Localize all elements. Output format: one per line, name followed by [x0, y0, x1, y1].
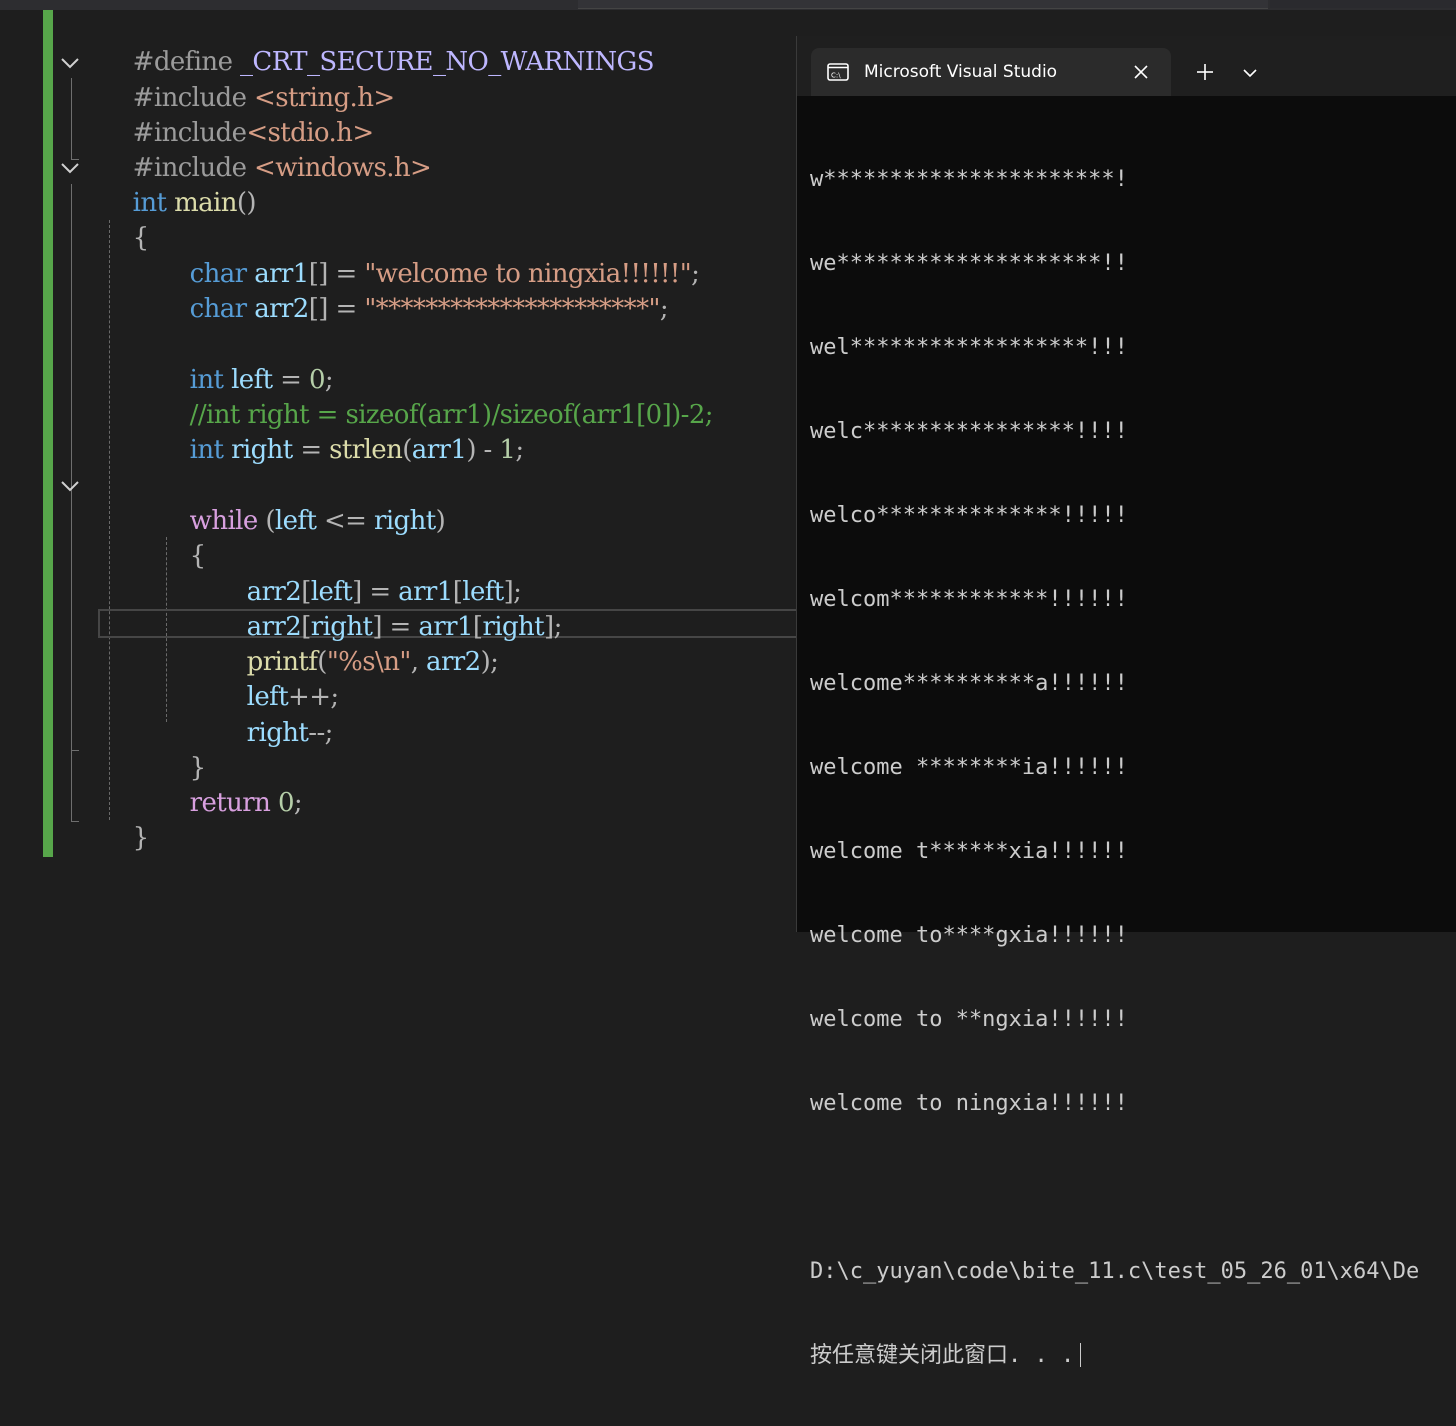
punctuation: ()	[236, 188, 257, 218]
variable: right	[231, 435, 293, 465]
toolbar-strip-right[interactable]	[1270, 0, 1456, 8]
console-prompt-line: 按任意键关闭此窗口. . .	[810, 1342, 1419, 1370]
outline-bracket-end	[71, 821, 79, 822]
indent-guide	[109, 220, 110, 820]
variable: right	[374, 506, 436, 536]
code-line-19[interactable]: left++;	[216, 645, 340, 712]
variable: arr2	[254, 294, 309, 324]
console-tab[interactable]: C:\ Microsoft Visual Studio 调试控制台	[811, 48, 1171, 96]
code-line-22[interactable]: return 0;	[159, 751, 303, 818]
number-literal: 1	[499, 435, 516, 465]
punctuation: )	[435, 506, 446, 536]
code-line-1[interactable]: #define _CRT_SECURE_NO_WARNINGS	[102, 10, 655, 77]
variable: left	[274, 506, 317, 536]
string-literal: "**********************"	[364, 294, 660, 324]
punctuation: ;	[515, 435, 524, 465]
code-line-20[interactable]: right--;	[216, 681, 334, 748]
fold-chevron-icon[interactable]	[61, 57, 79, 69]
include-file: <windows.h>	[254, 153, 432, 183]
type-keyword: int	[189, 435, 224, 465]
code-line-11[interactable]: //int right = sizeof(arr1)/sizeof(arr1[0…	[159, 363, 714, 430]
outline-bracket-includes	[71, 78, 72, 160]
code-line-6[interactable]: {	[102, 186, 150, 253]
punctuation: =	[292, 435, 330, 465]
number-literal: 0	[277, 788, 295, 818]
punctuation: ,	[410, 647, 427, 677]
console-tab-bar: C:\ Microsoft Visual Studio 调试控制台	[797, 36, 1456, 96]
code-editor[interactable]: #define _CRT_SECURE_NO_WARNINGS #include…	[0, 10, 796, 932]
fold-chevron-icon[interactable]	[61, 480, 79, 492]
variable: arr2	[426, 647, 481, 677]
code-line-10[interactable]: int left = 0;	[159, 328, 334, 395]
control-keyword: return	[189, 788, 271, 818]
console-output: w**********************! we*************…	[810, 110, 1419, 1426]
chevron-down-icon[interactable]	[1241, 66, 1259, 78]
console-output-line: welco**************!!!!!	[810, 503, 1128, 528]
console-output-line: welc****************!!!!	[810, 419, 1128, 444]
console-output-line: welcome**********a!!!!!!	[810, 671, 1128, 696]
code-line-4[interactable]: #include <windows.h>	[102, 116, 432, 183]
plus-icon[interactable]	[1193, 60, 1217, 84]
brace: {	[132, 223, 150, 253]
code-line-16[interactable]: arr2[left] = arr1[left];	[216, 540, 522, 607]
console-exe-path: D:\c_yuyan\code\bite_11.c\test_05_26_01\…	[810, 1259, 1420, 1284]
punctuation: ];	[544, 612, 562, 642]
text-cursor	[1080, 1343, 1082, 1367]
console-output-line: w**********************!	[810, 167, 1128, 192]
code-line-5[interactable]: int main()	[102, 151, 257, 218]
punctuation: (	[402, 435, 412, 465]
console-output-line: welcom************!!!!!!	[810, 587, 1128, 612]
punctuation: (	[257, 506, 275, 536]
code-line-23[interactable]: }	[102, 786, 150, 853]
code-line-8[interactable]: char arr2[] = "**********************";	[159, 257, 669, 324]
punctuation	[270, 788, 278, 818]
function-call: strlen	[329, 435, 403, 465]
console-output-line: welcome t******xia!!!!!!	[810, 839, 1128, 864]
code-line-7[interactable]: char arr1[] = "welcome to ningxia!!!!!!"…	[159, 222, 700, 289]
console-output-line: we********************!!	[810, 251, 1128, 276]
code-line-15[interactable]: {	[159, 504, 207, 571]
function-name: main	[174, 188, 237, 218]
code-line-21[interactable]: }	[159, 716, 207, 783]
variable: right	[246, 718, 309, 748]
outline-bracket-end	[71, 159, 79, 160]
top-toolbar-strip	[0, 0, 1456, 10]
code-line-14[interactable]: while (left <= right)	[159, 469, 446, 536]
console-tab-title: Microsoft Visual Studio 调试控制台	[864, 62, 1058, 82]
console-prompt: 按任意键关闭此窗口. . .	[810, 1343, 1075, 1368]
string-literal: "%s\n"	[326, 647, 411, 677]
file-tab-strip[interactable]	[578, 0, 1268, 9]
change-tracking-bar	[43, 10, 53, 857]
punctuation: ) -	[466, 435, 500, 465]
debug-console-window[interactable]: C:\ Microsoft Visual Studio 调试控制台	[796, 36, 1456, 1368]
console-output-line: wel******************!!!	[810, 335, 1128, 360]
fold-chevron-icon[interactable]	[61, 162, 79, 174]
punctuation: [] =	[308, 294, 365, 324]
close-icon[interactable]	[1131, 62, 1151, 82]
outline-bracket-end	[71, 750, 79, 751]
punctuation: ;	[293, 788, 303, 818]
console-output-line: welcome ********ia!!!!!!	[810, 755, 1128, 780]
punctuation: ;	[659, 294, 669, 324]
operator: --;	[308, 718, 333, 748]
console-output-line: welcome to **ngxia!!!!!!	[810, 1007, 1128, 1032]
operator: <=	[316, 506, 374, 536]
variable: arr1	[411, 435, 467, 465]
outline-bracket-main	[71, 184, 72, 821]
console-output-line: welcome to ningxia!!!!!!	[810, 1091, 1128, 1116]
console-output-line: welcome to****gxia!!!!!!	[810, 923, 1128, 948]
punctuation: ;	[691, 259, 700, 289]
svg-text:C:\: C:\	[831, 72, 841, 80]
code-line-12[interactable]: int right = strlen(arr1) - 1;	[159, 398, 524, 465]
code-line-2[interactable]: #include <string.h>	[102, 46, 395, 113]
code-line-17[interactable]: arr2[right] = arr1[right];	[216, 575, 563, 642]
brace: {	[189, 541, 207, 571]
brace: }	[132, 823, 150, 853]
code-line-18[interactable]: printf("%s\n", arr2);	[216, 610, 499, 677]
console-app-icon: C:\	[827, 63, 849, 81]
code-line-3[interactable]: #include<stdio.h>	[102, 81, 374, 148]
type-keyword: char	[189, 294, 247, 324]
punctuation: );	[480, 647, 499, 677]
